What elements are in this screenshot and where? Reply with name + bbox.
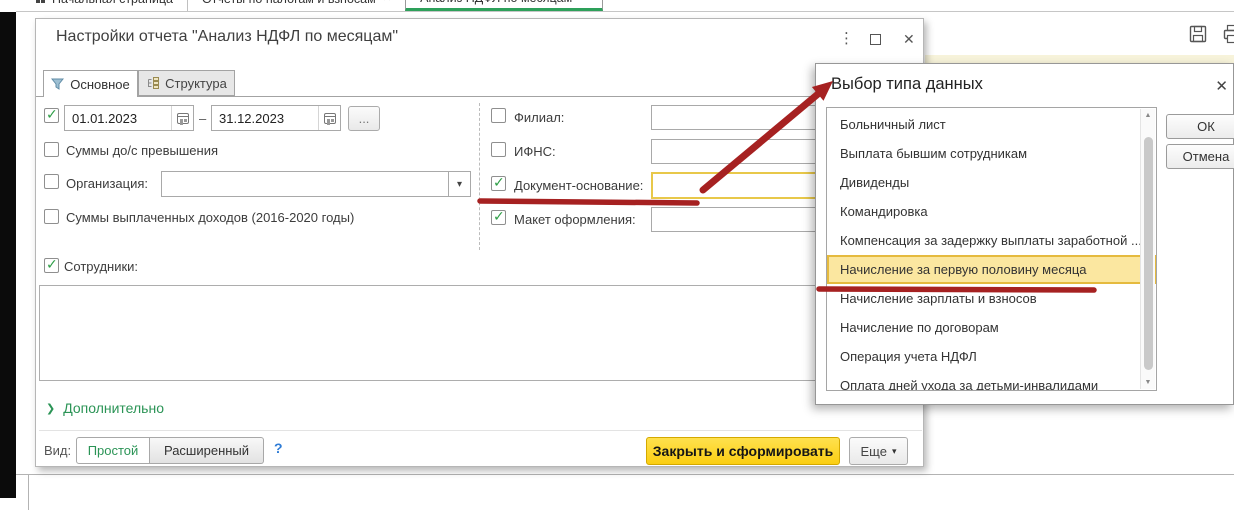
data-type-select-popup: Выбор типа данных ✕ Больничный лист Выпл… xyxy=(815,63,1234,405)
employees-checkbox[interactable] xyxy=(44,256,59,273)
organization-value xyxy=(162,172,448,196)
list-item[interactable]: Операция учета НДФЛ xyxy=(827,342,1156,371)
scrollbar-thumb[interactable] xyxy=(1144,137,1153,370)
scroll-up-icon[interactable]: ▲ xyxy=(1141,112,1155,119)
tab-label: Основное xyxy=(70,76,130,92)
layout-label: Макет оформления: xyxy=(514,212,636,227)
ifns-checkbox[interactable] xyxy=(491,142,506,157)
popup-title: Выбор типа данных xyxy=(831,75,983,93)
app-tab-bar: Начальная страница Отчеты по налогам и в… xyxy=(16,0,1234,11)
save-icon[interactable] xyxy=(1188,24,1208,44)
more-label: Еще xyxy=(860,443,887,459)
additional-label: Дополнительно xyxy=(63,400,164,416)
chevron-right-icon: ❯ xyxy=(46,402,56,415)
ok-button[interactable]: ОК xyxy=(1166,114,1234,139)
screen: Начальная страница Отчеты по налогам и в… xyxy=(0,0,1234,510)
dialog-title: Настройки отчета "Анализ НДФЛ по месяцам… xyxy=(56,28,399,45)
list-item[interactable]: Оплата дней ухода за детьми-инвалидами xyxy=(827,371,1156,390)
calendar-icon[interactable] xyxy=(171,106,193,130)
list-item[interactable]: Начисление по договорам xyxy=(827,313,1156,342)
tab-label: Начальная страница xyxy=(52,0,173,6)
close-icon[interactable]: ✕ xyxy=(1215,77,1228,95)
paid-income-label: Суммы выплаченных доходов (2016-2020 год… xyxy=(66,210,355,225)
tab-strip-border xyxy=(36,96,923,97)
close-icon[interactable]: ✕ xyxy=(383,0,391,4)
close-icon[interactable]: ✕ xyxy=(579,0,587,3)
branch-checkbox[interactable] xyxy=(491,108,506,123)
ifns-label: ИФНС: xyxy=(514,144,556,159)
list-item[interactable]: Командировка xyxy=(827,197,1156,226)
additional-expander[interactable]: ❯ Дополнительно xyxy=(46,400,164,416)
list-item[interactable]: Больничный лист xyxy=(827,110,1156,139)
organization-label: Организация: xyxy=(66,176,149,191)
close-icon[interactable]: ✕ xyxy=(903,31,915,48)
period-dash: – xyxy=(199,111,207,126)
base-document-checkbox[interactable] xyxy=(491,174,506,191)
background-divider xyxy=(16,474,1234,475)
tab-home[interactable]: Начальная страница xyxy=(22,0,187,11)
list-item-selected[interactable]: Начисление за первую половину месяца xyxy=(827,255,1156,284)
chevron-down-icon: ▾ xyxy=(891,445,897,456)
column-separator xyxy=(479,103,480,250)
footer-divider xyxy=(39,430,922,431)
print-icon[interactable] xyxy=(1222,24,1234,44)
data-type-list: Больничный лист Выплата бывшим сотрудник… xyxy=(826,107,1157,391)
chevron-down-icon[interactable]: ▾ xyxy=(448,172,470,196)
tab-bar-border xyxy=(16,11,1234,12)
cancel-button[interactable]: Отмена xyxy=(1166,144,1234,169)
excess-sums-label: Суммы до/с превышения xyxy=(66,143,219,158)
date-to-input[interactable] xyxy=(212,110,318,126)
more-button[interactable]: Еще ▾ xyxy=(849,437,908,465)
background-divider-vertical xyxy=(28,475,29,510)
report-settings-dialog: Настройки отчета "Анализ НДФЛ по месяцам… xyxy=(35,18,924,467)
list-item[interactable]: Выплата бывшим сотрудникам xyxy=(827,139,1156,168)
kebab-menu-icon[interactable]: ⋮ xyxy=(839,29,854,47)
period-checkbox[interactable] xyxy=(44,106,59,123)
tab-structure[interactable]: Структура xyxy=(138,70,235,96)
home-grid-icon xyxy=(36,0,45,3)
list-item[interactable]: Дивиденды xyxy=(827,168,1156,197)
base-document-label: Документ-основание: xyxy=(514,178,644,193)
left-black-strip xyxy=(0,12,16,498)
help-link[interactable]: ? xyxy=(274,440,283,456)
date-from-input[interactable] xyxy=(65,110,171,126)
paid-income-checkbox[interactable] xyxy=(44,209,59,224)
organization-checkbox[interactable] xyxy=(44,174,59,189)
tab-main[interactable]: Основное xyxy=(43,70,138,97)
scrollbar[interactable]: ▲ ▼ xyxy=(1140,109,1155,389)
list-item[interactable]: Компенсация за задержку выплаты заработн… xyxy=(827,226,1156,255)
maximize-icon[interactable] xyxy=(870,34,881,45)
employees-label: Сотрудники: xyxy=(64,259,139,274)
view-simple-button[interactable]: Простой xyxy=(76,437,150,464)
tab-label: Отчеты по налогам и взносам xyxy=(202,0,376,6)
period-more-button[interactable]: ... xyxy=(348,106,380,131)
organization-field[interactable]: ▾ xyxy=(161,171,471,197)
calendar-icon[interactable] xyxy=(318,106,340,130)
date-to-field[interactable] xyxy=(211,105,341,131)
view-label: Вид: xyxy=(44,443,72,458)
tab-ndfl-analysis[interactable]: Анализ НДФЛ по месяцам ✕ xyxy=(405,0,603,11)
employees-list[interactable] xyxy=(39,285,905,381)
list-item[interactable]: Начисление зарплаты и взносов xyxy=(827,284,1156,313)
close-and-generate-button[interactable]: Закрыть и сформировать xyxy=(646,437,840,465)
filter-icon xyxy=(51,78,65,90)
layout-checkbox[interactable] xyxy=(491,208,506,225)
date-from-field[interactable] xyxy=(64,105,194,131)
tab-label: Структура xyxy=(165,75,227,91)
branch-label: Филиал: xyxy=(514,110,565,125)
view-extended-button[interactable]: Расширенный xyxy=(150,437,264,464)
tab-reports[interactable]: Отчеты по налогам и взносам ✕ xyxy=(188,0,405,11)
excess-sums-checkbox[interactable] xyxy=(44,142,59,157)
tab-label: Анализ НДФЛ по месяцам xyxy=(420,0,572,5)
structure-icon xyxy=(148,77,160,89)
scroll-down-icon[interactable]: ▼ xyxy=(1141,379,1155,386)
